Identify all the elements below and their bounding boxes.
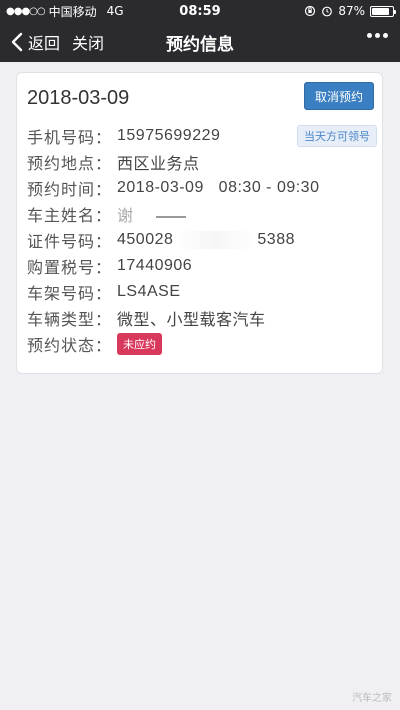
status-left: ●●●○○ 中国移动 4G [6,3,304,20]
time-value: 2018-03-09 08:30 - 09:30 [117,179,320,196]
time-row: 预约时间： 2018-03-09 08:30 - 09:30 [27,175,377,201]
vehicle-type-row: 车辆类型： 微型、小型载客汽车 [27,305,377,331]
phone-value: 15975699229 [117,127,221,144]
phone-row: 手机号码： 15975699229 当天方可领号 [27,123,377,149]
location-label: 预约地点： [27,154,113,173]
owner-name-value: 谢 [117,208,134,225]
status-row: 预约状态： 未应约 [27,331,377,357]
back-button[interactable]: 返回 [0,30,60,54]
owner-name-label: 车主姓名： [27,206,113,225]
status-bar: ●●●○○ 中国移动 4G 08:59 87% [0,0,400,22]
appointment-details: 手机号码： 15975699229 当天方可领号 预约地点： 西区业务点 预约时… [27,123,377,357]
location-value: 西区业务点 [117,156,200,173]
id-number-value: 450028 [117,231,174,248]
vin-value: LS4ASE [117,283,181,300]
carrier-label: 中国移动 [48,4,97,19]
network-label: 4G [106,4,124,18]
appointment-date: 2018-03-09 [27,87,130,109]
id-number-row: 证件号码： 450028 5388 [27,227,377,253]
time-label: 预约时间： [27,180,113,199]
purchase-tax-value: 17440906 [117,257,193,274]
battery-icon [370,5,396,17]
more-dot-icon [367,33,372,38]
alarm-icon [322,6,333,17]
close-button[interactable]: 关闭 [72,30,104,54]
location-row: 预约地点： 西区业务点 [27,149,377,175]
owner-name-row: 车主姓名： 谢 [27,201,377,227]
status-label: 预约状态： [27,336,113,355]
status-badge: 未应约 [117,333,162,355]
cancel-appointment-button[interactable]: 取消预约 [304,82,374,110]
appointment-card: 2018-03-09 取消预约 手机号码： 15975699229 当天方可领号… [16,72,383,374]
watermark: 汽车之家 [352,693,392,704]
vin-label: 车架号码： [27,284,113,303]
vehicle-type-value: 微型、小型载客汽车 [117,312,266,329]
vehicle-type-label: 车辆类型： [27,310,113,329]
battery-percent: 87% [338,4,365,18]
nav-bar: 返回 关闭 预约信息 [0,22,400,62]
more-dot-icon [375,33,380,38]
signal-icon: ●●●○○ [6,5,46,17]
phone-label: 手机号码： [27,128,113,147]
purchase-tax-label: 购置税号： [27,258,113,277]
chevron-left-icon [11,32,23,52]
same-day-tag: 当天方可领号 [297,125,377,147]
vin-row: 车架号码： LS4ASE [27,279,377,305]
purchase-tax-row: 购置税号： 17440906 [27,253,377,279]
redaction-mark [155,216,186,218]
id-number-suffix: 5388 [257,231,295,248]
back-label: 返回 [28,34,61,53]
redaction-mark [173,231,258,249]
id-number-label: 证件号码： [27,232,113,251]
battery-fill [372,7,390,15]
orientation-lock-icon [305,5,316,17]
more-menu-button[interactable] [367,33,388,38]
more-dot-icon [383,33,388,38]
status-right: 87% [304,4,396,18]
